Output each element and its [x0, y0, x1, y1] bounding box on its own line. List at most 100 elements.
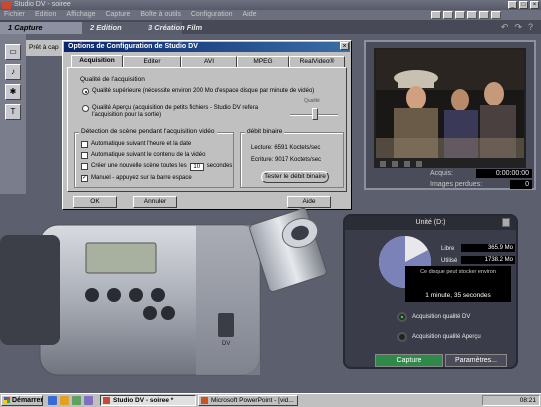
scene-opt-manual[interactable]: ✓ Manuel - appuyez sur la barre espace [81, 175, 192, 182]
quality-preview-radio[interactable] [82, 105, 89, 112]
quality-group-title: Qualité de l'acquisition [80, 76, 145, 83]
acq-preview-option[interactable]: Acquisition qualité Aperçu [397, 332, 481, 342]
capture-button[interactable]: Capture [375, 354, 443, 367]
toolbar-icon-4[interactable] [467, 11, 477, 19]
rewind-icon[interactable] [380, 161, 386, 167]
acquis-value: 0:00:00:00 [476, 169, 532, 178]
menu-aide[interactable]: Aide [243, 10, 257, 20]
acq-preview-label: Acquisition qualité Aperçu [412, 334, 481, 340]
play-icon[interactable] [392, 161, 398, 167]
dropped-value: 0 [510, 180, 532, 189]
camcorder-illustration: DV [0, 207, 327, 376]
toolbar-icon-2[interactable] [443, 11, 453, 19]
help-icon[interactable]: ? [528, 22, 533, 33]
disk-title: Unité (D:) [345, 216, 516, 230]
quality-slider-thumb[interactable] [312, 108, 318, 120]
dropped-label: Images perdues: [430, 181, 483, 188]
tab-capture[interactable]: 1 Capture [0, 22, 82, 34]
acq-dv-option[interactable]: Acquisition qualité DV [397, 312, 470, 322]
config-dialog: Options de Configuration de Studio DV × … [62, 40, 352, 210]
media-icon[interactable] [84, 396, 93, 405]
stop-icon[interactable] [404, 161, 410, 167]
album-icon[interactable]: ▭ [5, 44, 21, 60]
dialog-tab-acquisition[interactable]: Acquisition [71, 55, 123, 67]
desktop-icon[interactable] [48, 396, 57, 405]
video-monitor: Acquis: 0:00:00:00 Images perdues: 0 [364, 40, 536, 190]
taskbar-powerpoint[interactable]: Microsoft PowerPoint - [vid... [198, 395, 298, 406]
toolbar-icon-6[interactable] [491, 11, 501, 19]
write-rate: Ecriture: 9017 Koctets/sec [251, 157, 322, 163]
window-controls: _ □ × [508, 1, 539, 9]
disk-capacity-text: Ce disque peut stocker environ [420, 269, 496, 275]
left-toolbar: ▭ ♪ ✱ T [0, 34, 26, 194]
scene-interval-checkbox[interactable] [81, 163, 88, 170]
disk-used-label: Utilisé [441, 258, 458, 264]
menu-edition[interactable]: Edition [35, 10, 56, 20]
undo-icon[interactable]: ↶ [501, 22, 509, 33]
close-window-icon[interactable]: × [530, 1, 539, 9]
scene-datetime-checkbox[interactable] [81, 141, 88, 148]
app-title: Studio DV - soiree [14, 1, 71, 8]
dialog-tab-realvideo[interactable]: RealVideo® [289, 56, 345, 67]
acq-preview-led[interactable] [397, 332, 407, 342]
disk-select-icon[interactable] [502, 218, 510, 227]
maximize-icon[interactable]: □ [519, 1, 528, 9]
taskbar: Démarrer Studio DV - soiree * Microsoft … [0, 393, 541, 407]
read-rate: Lecture: 6591 Koctets/sec [251, 145, 321, 151]
disk-panel: Unité (D:) Libre 365.9 Mo Utilisé 1738.2… [343, 214, 518, 369]
disk-free-value: 365.9 Mo [461, 244, 515, 252]
scene-manual-label: Manuel - appuyez sur la barre espace [91, 175, 192, 181]
audio-icon[interactable]: ♪ [5, 64, 21, 80]
acq-dv-led[interactable] [397, 312, 407, 322]
clock: 08:21 [519, 397, 536, 404]
camera-dv-label: DV [222, 341, 230, 347]
scene-manual-checkbox[interactable]: ✓ [81, 175, 88, 182]
dialog-tab-mpeg[interactable]: MPEG [237, 56, 289, 67]
taskbar-studio-dv-label: Studio DV - soiree * [113, 397, 174, 404]
scene-datetime-label: Automatique suivant l'heure et la date [91, 141, 192, 147]
menu-bar: Fichier Edition Affichage Capture Boîte … [0, 10, 541, 20]
dialog-tab-avi[interactable]: AVI [181, 56, 237, 67]
scene-interval-label: Créer une nouvelle scène toutes les [91, 163, 187, 169]
scene-interval-unit: secondes [206, 163, 233, 169]
start-button[interactable]: Démarrer [1, 395, 43, 406]
titles-icon[interactable]: T [5, 104, 21, 120]
app-icon [2, 1, 11, 9]
scene-content-checkbox[interactable] [81, 152, 88, 159]
taskbar-powerpoint-label: Microsoft PowerPoint - [vid... [211, 397, 294, 404]
quality-high-option[interactable]: Qualité supérieure (nécessite environ 20… [82, 88, 342, 95]
scene-opt-interval[interactable]: Créer une nouvelle scène toutes les 10 s… [81, 163, 232, 171]
scene-interval-input[interactable]: 10 [189, 163, 204, 171]
acq-dv-label: Acquisition qualité DV [412, 314, 471, 320]
throughput-title: débit binaire [245, 128, 285, 135]
toolbar-icon-1[interactable] [431, 11, 441, 19]
redo-icon[interactable]: ↷ [514, 22, 522, 33]
quality-high-radio[interactable] [82, 88, 89, 95]
parameters-button[interactable]: Paramètres... [445, 354, 507, 367]
taskbar-studio-dv[interactable]: Studio DV - soiree * [100, 395, 196, 406]
toolbar-icon-5[interactable] [479, 11, 489, 19]
scene-opt-datetime[interactable]: Automatique suivant l'heure et la date [81, 141, 191, 148]
outlook-icon[interactable] [72, 396, 81, 405]
dialog-close-icon[interactable]: × [340, 42, 349, 50]
acquis-label: Acquis: [430, 170, 453, 177]
effects-icon[interactable]: ✱ [5, 84, 21, 100]
menu-configuration[interactable]: Configuration [191, 10, 233, 20]
menu-affichage[interactable]: Affichage [66, 10, 95, 20]
test-rate-button[interactable]: Tester le débit binaire [261, 171, 329, 183]
menu-toolbox[interactable]: Boîte à outils [140, 10, 180, 20]
menu-fichier[interactable]: Fichier [4, 10, 25, 20]
toolbar-icon-3[interactable] [455, 11, 465, 19]
menu-capture[interactable]: Capture [105, 10, 130, 20]
slider-label: Qualité [304, 98, 320, 104]
forward-icon[interactable] [416, 161, 422, 167]
minimize-icon[interactable]: _ [508, 1, 517, 9]
tab-creation-film[interactable]: 3 Création Film [140, 22, 260, 34]
scene-opt-content[interactable]: Automatique suivant le contenu de la vid… [81, 152, 205, 159]
ie-icon[interactable] [60, 396, 69, 405]
toolbar-icons [431, 11, 501, 19]
throughput-group: débit binaire Lecture: 6591 Koctets/sec … [240, 128, 344, 188]
disk-free-label: Libre [441, 246, 455, 252]
dialog-tab-editer[interactable]: Editer [123, 56, 181, 67]
quality-preview-option[interactable]: Qualité Aperçu (acquisition de petits fi… [82, 105, 282, 119]
